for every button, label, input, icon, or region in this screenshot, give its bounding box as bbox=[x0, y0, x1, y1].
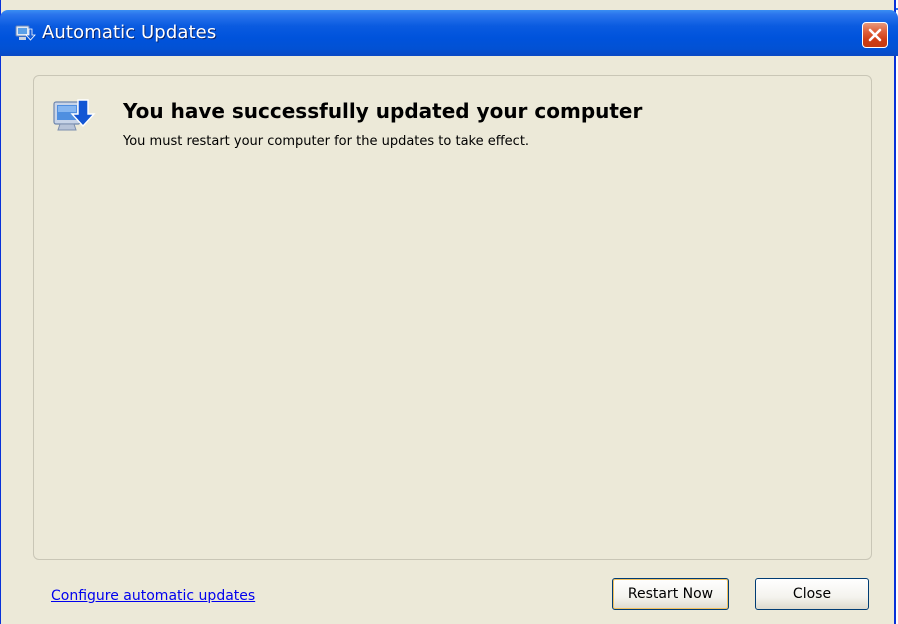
title-bar[interactable]: Automatic Updates bbox=[0, 10, 898, 56]
close-icon[interactable] bbox=[862, 22, 888, 48]
message-panel: You have successfully updated your compu… bbox=[33, 75, 872, 560]
close-button[interactable]: Close bbox=[755, 578, 869, 610]
configure-updates-link[interactable]: Configure automatic updates bbox=[51, 588, 255, 604]
computer-update-icon bbox=[52, 94, 98, 140]
automatic-updates-icon bbox=[14, 23, 36, 45]
restart-now-button[interactable]: Restart Now bbox=[612, 578, 729, 610]
dialog-body: You have successfully updated your compu… bbox=[3, 56, 894, 624]
headline: You have successfully updated your compu… bbox=[123, 99, 643, 123]
detail-text: You must restart your computer for the u… bbox=[123, 134, 530, 149]
window-title: Automatic Updates bbox=[42, 22, 217, 43]
